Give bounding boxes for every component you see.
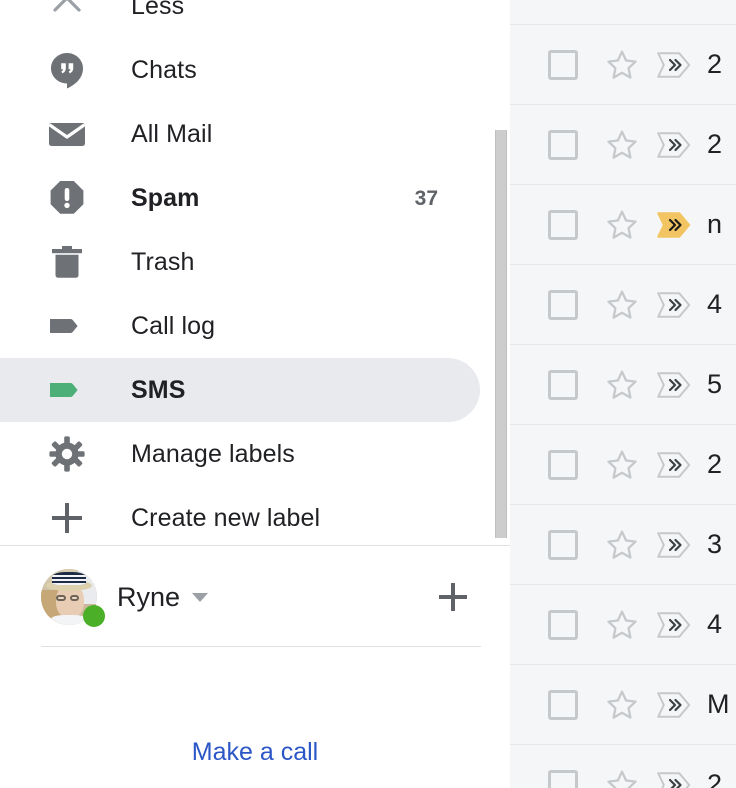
sidebar-item-all-mail[interactable]: All Mail: [0, 102, 480, 166]
table-row[interactable]: 5: [510, 345, 736, 425]
sidebar-item-manage-labels[interactable]: Manage labels: [0, 422, 480, 486]
make-a-call-link[interactable]: Make a call: [0, 740, 510, 765]
sidebar-item-label: Chats: [131, 55, 197, 84]
row-checkbox[interactable]: [548, 769, 578, 788]
mail-list: 2 2 n 4 5 2 3 4 M 2: [510, 0, 736, 788]
label-icon-green: [47, 370, 87, 410]
table-row[interactable]: 4: [510, 265, 736, 345]
label-icon: [47, 306, 87, 346]
sidebar-item-spam[interactable]: Spam 37: [0, 166, 480, 230]
sidebar-item-label: Manage labels: [131, 439, 295, 468]
sidebar-item-create-new-label[interactable]: Create new label: [0, 486, 480, 550]
gear-icon: [47, 434, 87, 474]
mail-icon: [47, 114, 87, 154]
sidebar-item-label: Trash: [131, 247, 195, 276]
sidebar-item-sms[interactable]: SMS: [0, 358, 480, 422]
sidebar-divider-bottom: [41, 646, 481, 647]
sidebar-item-trash[interactable]: Trash: [0, 230, 480, 294]
sidebar-scrollbar-thumb[interactable]: [495, 130, 507, 538]
table-row[interactable]: [510, 0, 736, 25]
table-row[interactable]: 2: [510, 425, 736, 505]
spam-icon: [47, 178, 87, 218]
row-sender-text: 2: [707, 129, 723, 159]
sidebar-item-label: All Mail: [131, 119, 213, 148]
sidebar-divider-top: [0, 545, 510, 546]
row-sender-text: 4: [707, 289, 723, 319]
importance-marker-icon[interactable]: [657, 371, 691, 398]
table-row[interactable]: 2: [510, 25, 736, 105]
table-row[interactable]: 2: [510, 105, 736, 185]
row-checkbox[interactable]: [548, 49, 578, 80]
importance-marker-icon[interactable]: [657, 51, 691, 78]
star-icon[interactable]: [605, 0, 639, 2]
chevron-down-icon[interactable]: [192, 592, 209, 602]
importance-marker-icon[interactable]: [657, 211, 691, 238]
trash-icon: [47, 242, 87, 282]
row-sender-text: 5: [707, 369, 723, 399]
sidebar-item-less[interactable]: Less: [0, 0, 480, 38]
avatar-hat-crown: [52, 572, 86, 585]
account-row[interactable]: Ryne: [0, 557, 510, 637]
sidebar-item-label: Create new label: [131, 503, 321, 532]
star-icon[interactable]: [605, 128, 639, 162]
plus-icon: [47, 498, 87, 538]
table-row[interactable]: n: [510, 185, 736, 265]
star-icon[interactable]: [605, 448, 639, 482]
table-row[interactable]: M: [510, 665, 736, 745]
row-sender-text: n: [707, 209, 723, 239]
sidebar-item-chats[interactable]: Chats: [0, 38, 480, 102]
plus-icon[interactable]: [436, 580, 470, 614]
star-icon[interactable]: [605, 528, 639, 562]
star-icon[interactable]: [605, 48, 639, 82]
avatar-glasses-left: [56, 595, 66, 602]
row-sender-text: 2: [707, 49, 723, 79]
avatar-shirt: [51, 614, 87, 625]
row-checkbox[interactable]: [548, 209, 578, 240]
row-checkbox[interactable]: [548, 369, 578, 400]
star-icon[interactable]: [605, 288, 639, 322]
importance-marker-icon[interactable]: [657, 291, 691, 318]
importance-marker-icon[interactable]: [657, 531, 691, 558]
sidebar-item-label: Less: [131, 0, 185, 20]
hangouts-icon: [47, 50, 87, 90]
sidebar-scrollbar-track[interactable]: [492, 0, 510, 545]
table-row[interactable]: 3: [510, 505, 736, 585]
row-checkbox[interactable]: [548, 449, 578, 480]
sidebar: Less Chats All Mail Spam 37 Trash Call log SMS M…: [0, 0, 510, 788]
avatar[interactable]: [41, 569, 105, 627]
sidebar-item-label: Spam: [131, 183, 200, 212]
sidebar-item-count: 37: [414, 186, 438, 210]
importance-marker-icon[interactable]: [657, 611, 691, 638]
gmail-sidebar-screen: Less Chats All Mail Spam 37 Trash Call log SMS M…: [0, 0, 736, 788]
row-sender-text: 2: [707, 769, 723, 788]
star-icon[interactable]: [605, 688, 639, 722]
star-icon[interactable]: [605, 368, 639, 402]
importance-marker-icon[interactable]: [657, 771, 691, 788]
sidebar-item-label: SMS: [131, 375, 186, 404]
sidebar-item-call-log[interactable]: Call log: [0, 294, 480, 358]
star-icon[interactable]: [605, 208, 639, 242]
row-checkbox[interactable]: [548, 689, 578, 720]
row-sender-text: M: [707, 689, 730, 719]
importance-marker-icon[interactable]: [657, 131, 691, 158]
row-checkbox[interactable]: [548, 609, 578, 640]
table-row[interactable]: 2: [510, 745, 736, 788]
row-sender-text: 4: [707, 609, 723, 639]
importance-marker-icon[interactable]: [657, 451, 691, 478]
importance-marker-icon[interactable]: [657, 691, 691, 718]
row-checkbox[interactable]: [548, 129, 578, 160]
status-online-indicator: [83, 605, 105, 627]
table-row[interactable]: 4: [510, 585, 736, 665]
star-icon[interactable]: [605, 608, 639, 642]
row-sender-text: 2: [707, 449, 723, 479]
row-checkbox[interactable]: [548, 529, 578, 560]
chevron-up-icon: [47, 0, 87, 26]
row-sender-text: 3: [707, 529, 723, 559]
sidebar-item-label: Call log: [131, 311, 216, 340]
account-name: Ryne: [117, 581, 181, 612]
row-checkbox[interactable]: [548, 289, 578, 320]
star-icon[interactable]: [605, 768, 639, 788]
